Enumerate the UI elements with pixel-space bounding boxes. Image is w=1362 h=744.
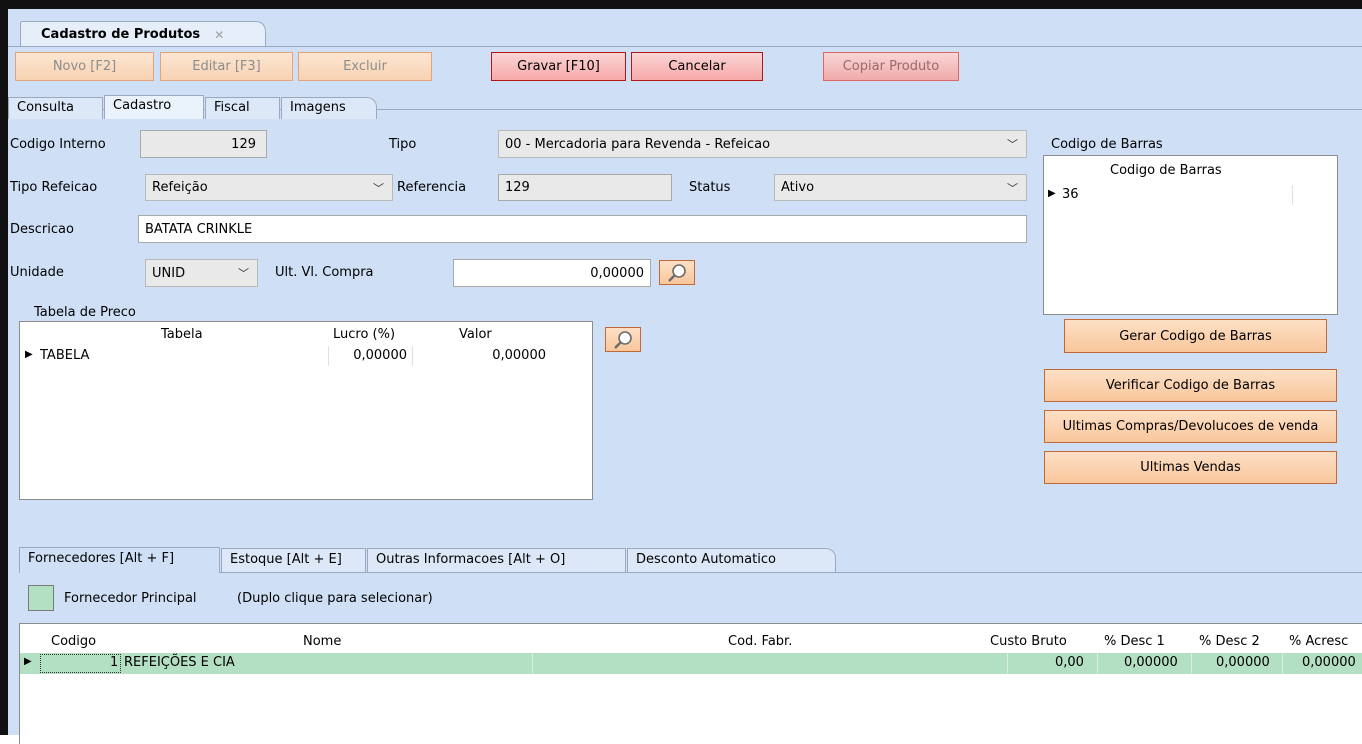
tipo-refeicao-value: Refeição [152, 180, 208, 195]
row-indicator-icon: ▶ [25, 349, 33, 360]
divider [328, 346, 329, 366]
editar-button[interactable]: Editar [F3] [160, 52, 293, 81]
cell-desc1: 0,00000 [1124, 655, 1178, 670]
referencia-field[interactable]: 129 [498, 174, 672, 201]
column-tabela[interactable]: Tabela [161, 327, 203, 342]
referencia-label: Referencia [397, 180, 467, 195]
codigo-interno-field[interactable]: 129 [140, 130, 267, 158]
chevron-down-icon: ﹀ [1007, 138, 1018, 151]
unidade-value: UNID [152, 265, 186, 281]
tipo-label: Tipo [389, 137, 417, 152]
search-icon [614, 330, 632, 349]
chevron-down-icon: ﹀ [1007, 181, 1018, 195]
tab-estoque[interactable]: Estoque [Alt + E] [221, 548, 366, 572]
document-tab-title: Cadastro de Produtos [41, 27, 201, 42]
row-indicator-icon: ▶ [1048, 188, 1056, 199]
descricao-label: Descricao [10, 222, 74, 237]
ult-compra-field[interactable]: 0,00000 [453, 259, 651, 287]
close-icon[interactable]: ✕ [214, 28, 224, 42]
column-acresc[interactable]: % Acresc [1289, 634, 1348, 649]
tipo-refeicao-select[interactable]: Refeição ﹀ [145, 174, 393, 201]
column-custo-bruto[interactable]: Custo Bruto [990, 634, 1067, 649]
tipo-value: 00 - Mercadoria para Revenda - Refeicao [505, 136, 771, 152]
excluir-button[interactable]: Excluir [298, 52, 432, 81]
cell-tabela: TABELA [40, 348, 90, 363]
chevron-down-icon: ﹀ [373, 181, 384, 195]
cell-nome: REFEIÇÕES E CIA [124, 655, 235, 670]
unidade-select[interactable]: UNID ﹀ [145, 259, 258, 287]
search-button[interactable] [659, 260, 695, 285]
tab-fornecedores[interactable]: Fornecedores [Alt + F] [19, 547, 220, 573]
tabela-preco-grid[interactable]: Tabela Lucro (%) Valor ▶ TABELA 0,00000 … [19, 321, 593, 500]
duplo-clique-hint: (Duplo clique para selecionar) [237, 591, 433, 606]
codigo-barras-label: Codigo de Barras [1051, 137, 1163, 152]
document-tab[interactable]: Cadastro de Produtos ✕ [20, 21, 266, 47]
ultimas-compras-button[interactable]: Ultimas Compras/Devolucoes de venda [1044, 410, 1337, 443]
tabela-preco-label: Tabela de Preco [34, 305, 136, 320]
divider [1097, 653, 1098, 674]
barcode-value: 36 [1062, 187, 1079, 202]
fornecedor-principal-swatch [28, 585, 54, 611]
column-nome[interactable]: Nome [303, 634, 341, 649]
ult-compra-label: Ult. Vl. Compra [275, 265, 374, 280]
codigo-interno-label: Codigo Interno [10, 137, 106, 152]
tab-cadastro[interactable]: Cadastro [104, 95, 204, 119]
novo-button[interactable]: Novo [F2] [15, 52, 154, 81]
divider [1282, 653, 1283, 674]
table-row[interactable]: ▶ TABELA 0,00000 0,00000 [20, 346, 552, 366]
gravar-button[interactable]: Gravar [F10] [491, 52, 626, 81]
fornecedor-principal-label: Fornecedor Principal [64, 591, 197, 606]
tab-outras-informacoes[interactable]: Outras Informacoes [Alt + O] [367, 548, 626, 572]
row-indicator-icon: ▶ [24, 656, 32, 667]
status-label: Status [689, 180, 731, 195]
column-desc2[interactable]: % Desc 2 [1199, 634, 1260, 649]
column-codigo[interactable]: Codigo [51, 634, 96, 649]
cell-acresc: 0,00000 [1302, 655, 1356, 670]
tab-underline [8, 46, 1362, 47]
codigo-barras-grid[interactable]: Codigo de Barras ▶ 36 [1043, 155, 1338, 315]
status-value: Ativo [781, 180, 815, 195]
descricao-field[interactable]: BATATA CRINKLE [138, 215, 1027, 243]
unidade-label: Unidade [10, 265, 64, 280]
list-item[interactable]: ▶ 36 [1044, 185, 1293, 205]
column-cod-fabr[interactable]: Cod. Fabr. [728, 634, 792, 649]
cell-desc2: 0,00000 [1216, 655, 1270, 670]
sub-tabs-line [19, 572, 1362, 573]
tab-fiscal[interactable]: Fiscal [205, 97, 280, 119]
search-button[interactable] [605, 327, 641, 352]
cell-codigo [40, 654, 121, 673]
tab-consulta[interactable]: Consulta [8, 97, 103, 119]
gerar-codigo-barras-button[interactable]: Gerar Codigo de Barras [1064, 319, 1327, 353]
tipo-select[interactable]: 00 - Mercadoria para Revenda - Refeicao … [498, 130, 1027, 158]
divider [1007, 653, 1008, 674]
column-lucro[interactable]: Lucro (%) [333, 327, 395, 342]
copiar-produto-button[interactable]: Copiar Produto [823, 52, 959, 81]
status-select[interactable]: Ativo ﹀ [774, 174, 1027, 201]
divider [412, 346, 413, 366]
cell-codigo-value: 1 [110, 655, 119, 670]
fornecedores-grid[interactable]: Codigo Nome Cod. Fabr. Custo Bruto % Des… [19, 623, 1362, 744]
cell-valor: 0,00000 [492, 348, 546, 363]
ultimas-vendas-button[interactable]: Ultimas Vendas [1044, 451, 1337, 484]
column-desc1[interactable]: % Desc 1 [1104, 634, 1165, 649]
search-icon [668, 263, 686, 282]
window: Cadastro de Produtos ✕ Novo [F2] Editar … [0, 0, 1362, 744]
cell-lucro: 0,00000 [353, 348, 407, 363]
tab-imagens[interactable]: Imagens [281, 97, 377, 119]
divider [532, 653, 533, 674]
divider [1191, 653, 1192, 674]
column-valor[interactable]: Valor [459, 327, 492, 342]
cancelar-button[interactable]: Cancelar [631, 52, 763, 81]
chevron-down-icon: ﹀ [238, 267, 249, 280]
table-row[interactable]: ▶ 1 REFEIÇÕES E CIA 0,00 0,00000 0,00000… [20, 653, 1362, 674]
tab-desconto-automatico[interactable]: Desconto Automatico [627, 548, 836, 572]
tipo-refeicao-label: Tipo Refeicao [10, 180, 98, 195]
verificar-codigo-barras-button[interactable]: Verificar Codigo de Barras [1044, 369, 1337, 402]
cell-custo-bruto: 0,00 [1055, 655, 1084, 670]
column-codigo-barras[interactable]: Codigo de Barras [1110, 163, 1222, 178]
